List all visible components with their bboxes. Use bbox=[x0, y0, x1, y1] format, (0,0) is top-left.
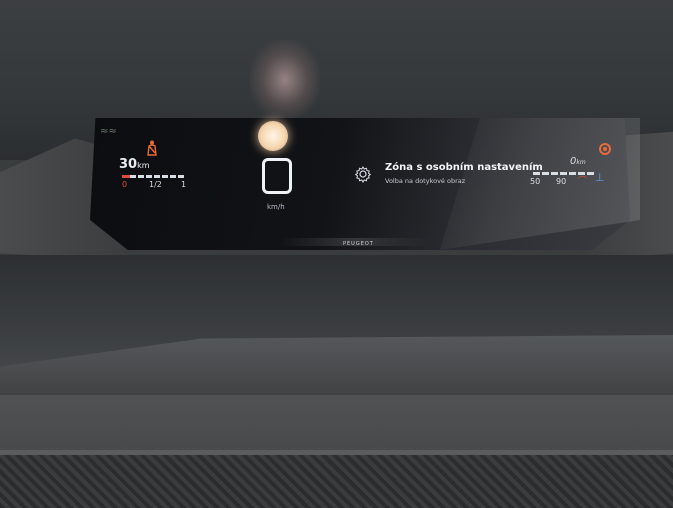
speed-unit: km/h bbox=[267, 203, 285, 211]
speed-limit-marker: ⌒ bbox=[578, 177, 588, 187]
speed-limit-50: 50 bbox=[530, 177, 541, 186]
car-interior-scene: ≈≈ 30km 0 1/2 1 km/h Zóna s osobním nast… bbox=[0, 0, 673, 508]
fuel-label-half: 1/2 bbox=[149, 180, 162, 189]
personal-zone-subtitle: Volba na dotykové obraz bbox=[385, 177, 466, 185]
fuel-label-empty: 0 bbox=[122, 180, 128, 189]
coolant-temp-icon: ⊥ bbox=[595, 171, 605, 184]
carbon-fiber-trim bbox=[0, 455, 673, 508]
trip-odometer: 0km bbox=[570, 156, 586, 167]
settings-gear-icon bbox=[354, 166, 372, 183]
sun-reflection bbox=[258, 121, 288, 151]
personal-zone-title: Zóna s osobním nastavením bbox=[385, 162, 543, 173]
speed-limit-90: 90 bbox=[556, 177, 567, 186]
brand-logo: PEUGEOT bbox=[343, 241, 374, 247]
seatbelt-icon bbox=[147, 140, 157, 156]
fuel-label-full: 1 bbox=[181, 180, 187, 189]
brake-warning-icon bbox=[599, 143, 611, 155]
windshield-reflection bbox=[250, 40, 320, 120]
eco-wave-icon: ≈≈ bbox=[100, 126, 117, 137]
speed-digit-zero bbox=[262, 158, 292, 194]
fuel-gauge-bar bbox=[122, 175, 186, 178]
fuel-range: 30km bbox=[119, 157, 150, 172]
